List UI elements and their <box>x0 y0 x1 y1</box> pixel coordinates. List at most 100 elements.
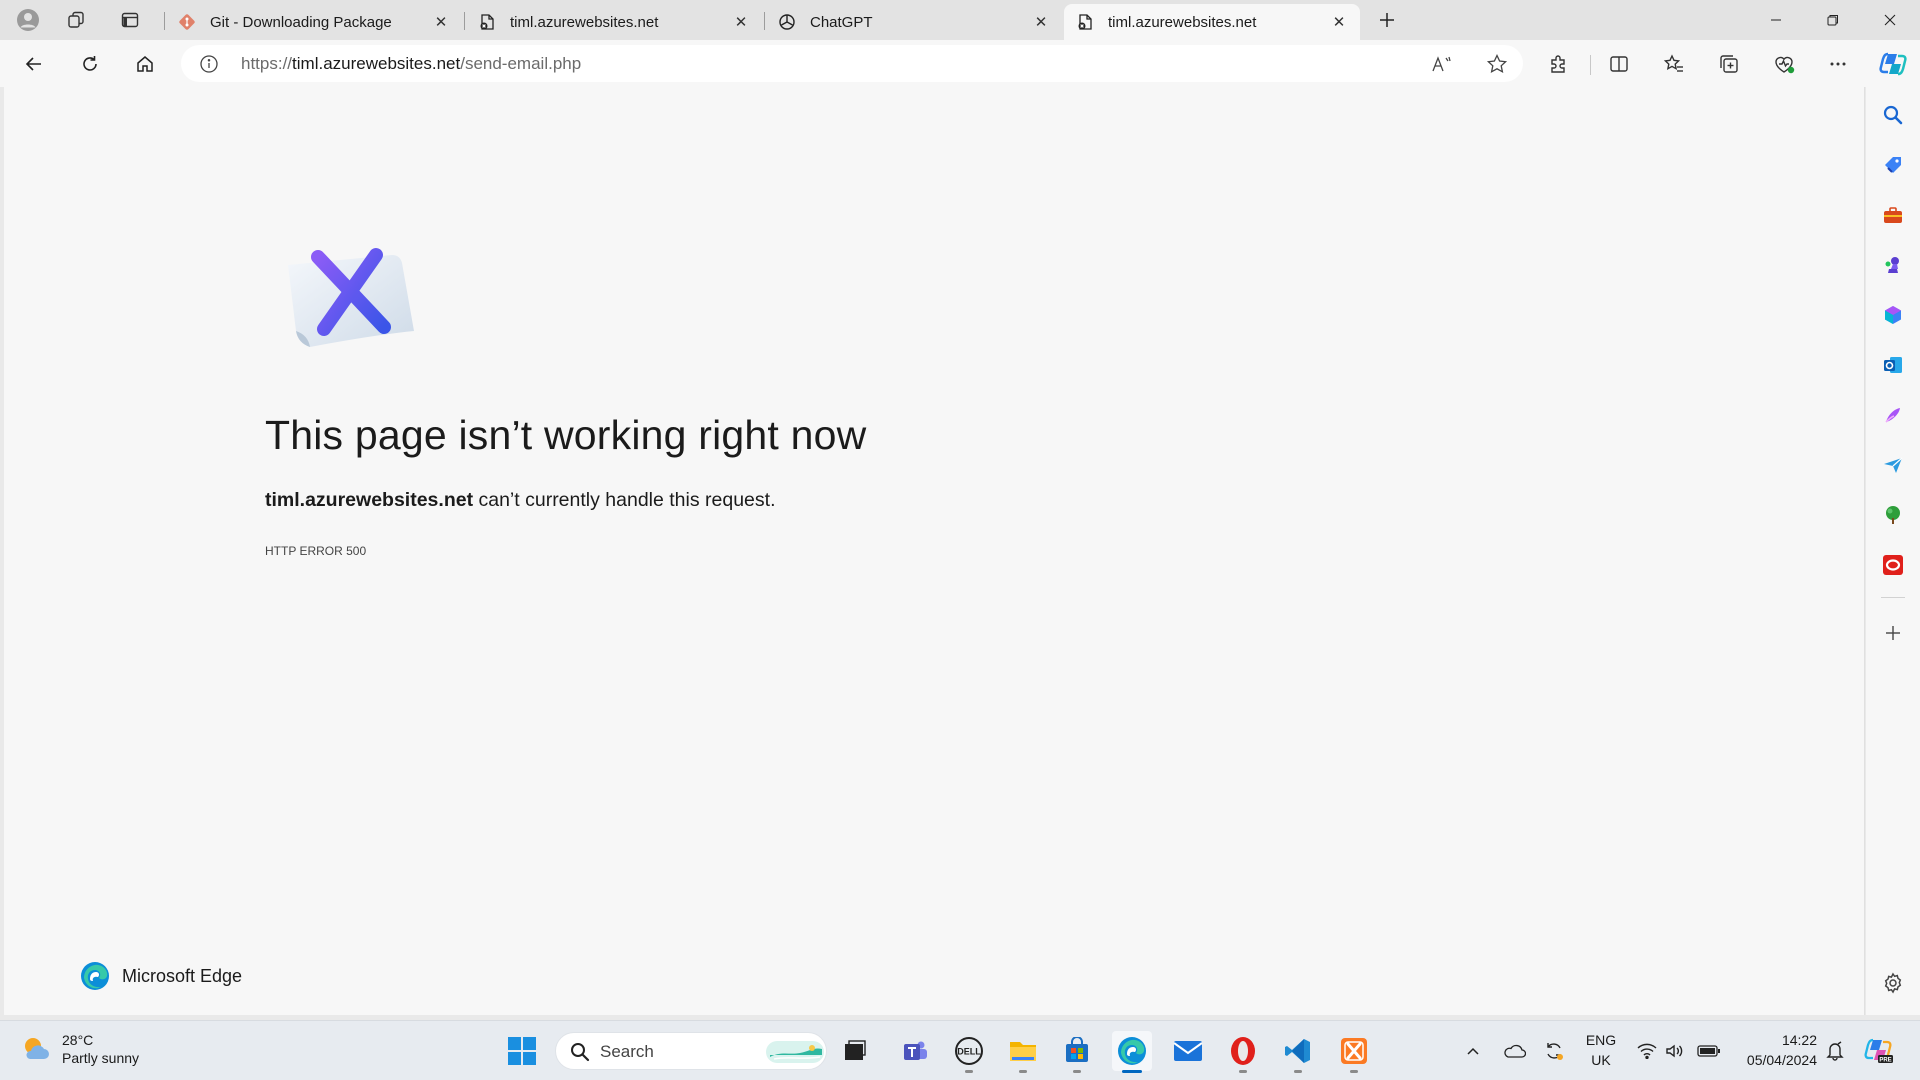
url-text[interactable]: https://timl.azurewebsites.net/send-emai… <box>241 54 581 74</box>
favorites-icon[interactable] <box>1656 46 1692 82</box>
error-page: This page isn’t working right now timl.a… <box>4 87 1865 1015</box>
sidebar-opera-icon[interactable] <box>1879 551 1907 579</box>
extensions-icon[interactable] <box>1540 46 1576 82</box>
running-indicator <box>1350 1070 1358 1073</box>
wifi-icon[interactable] <box>1634 1031 1660 1071</box>
refresh-button[interactable] <box>72 46 108 82</box>
error-title: This page isn’t working right now <box>265 412 867 458</box>
copilot-preview-icon[interactable]: PRE <box>1862 1031 1896 1071</box>
error-host: timl.azurewebsites.net <box>265 489 474 511</box>
volume-icon[interactable] <box>1662 1031 1688 1071</box>
weather-widget[interactable]: 28°C Partly sunny <box>20 1031 139 1067</box>
language-indicator[interactable]: ENG UK <box>1581 1030 1621 1070</box>
error-description: timl.azurewebsites.net can’t currently h… <box>265 489 776 512</box>
edge-taskbar-icon[interactable] <box>1112 1031 1152 1073</box>
broken-page-icon <box>478 13 496 31</box>
profile-icon[interactable] <box>13 6 43 34</box>
taskbar-search[interactable]: Search <box>555 1032 827 1070</box>
browser-toolbar: https://timl.azurewebsites.net/send-emai… <box>0 40 1920 87</box>
collections-icon[interactable] <box>1711 46 1747 82</box>
ms-store-icon[interactable] <box>1057 1031 1097 1073</box>
show-hidden-icons-chevron-icon[interactable] <box>1460 1031 1486 1071</box>
home-button[interactable] <box>127 46 163 82</box>
favorite-star-icon[interactable] <box>1484 51 1510 77</box>
sidebar-tools-icon[interactable] <box>1879 201 1907 229</box>
url-host: timl.azurewebsites.net <box>292 54 461 73</box>
sidebar-search-icon[interactable] <box>1879 101 1907 129</box>
file-explorer-icon[interactable] <box>1003 1031 1043 1073</box>
opera-icon[interactable] <box>1223 1031 1263 1073</box>
back-button[interactable] <box>16 46 52 82</box>
sync-icon[interactable] <box>1540 1031 1568 1071</box>
task-view-icon[interactable] <box>835 1031 875 1071</box>
onedrive-icon[interactable] <box>1500 1031 1528 1071</box>
sidebar-designer-icon[interactable] <box>1879 401 1907 429</box>
workspaces-icon[interactable] <box>62 6 92 34</box>
vertical-tabs-icon[interactable] <box>115 6 145 34</box>
search-highlight-icon <box>766 1041 824 1063</box>
tab-timl-active[interactable]: timl.azurewebsites.net ✕ <box>1064 4 1360 40</box>
close-tab-icon[interactable]: ✕ <box>732 13 750 31</box>
tab-chatgpt[interactable]: ChatGPT ✕ <box>766 4 1062 40</box>
browser-essentials-icon[interactable] <box>1766 46 1802 82</box>
clock-date: 05/04/2024 <box>1746 1052 1817 1068</box>
running-indicator <box>1294 1070 1302 1073</box>
battery-icon[interactable] <box>1694 1031 1724 1071</box>
sidebar-outlook-icon[interactable] <box>1879 351 1907 379</box>
weather-desc: Partly sunny <box>62 1050 140 1066</box>
new-tab-button[interactable] <box>1372 6 1402 34</box>
edge-sidebar <box>1866 87 1920 1015</box>
close-tab-icon[interactable]: ✕ <box>1330 13 1348 31</box>
running-indicator <box>965 1070 973 1073</box>
url-scheme: https:// <box>241 54 293 73</box>
teams-icon[interactable] <box>895 1031 935 1071</box>
close-window-button[interactable] <box>1862 0 1918 40</box>
notifications-bell-icon[interactable] <box>1822 1031 1848 1071</box>
running-indicator <box>1239 1070 1247 1073</box>
weather-text: 28°C Partly sunny <box>62 1031 139 1067</box>
tab-title: timl.azurewebsites.net <box>510 13 659 31</box>
partly-sunny-icon <box>25 1038 49 1059</box>
running-indicator <box>1073 1070 1081 1073</box>
sidebar-drop-icon[interactable] <box>1879 451 1907 479</box>
start-button[interactable] <box>502 1031 542 1071</box>
sidebar-divider <box>1881 597 1905 598</box>
split-screen-icon[interactable] <box>1601 46 1637 82</box>
system-clock[interactable]: 14:22 05/04/2024 <box>1735 1030 1817 1070</box>
svg-text:DELL: DELL <box>957 1047 981 1057</box>
sidebar-games-icon[interactable] <box>1879 251 1907 279</box>
search-icon <box>571 1043 590 1062</box>
search-label: Search <box>600 1042 654 1061</box>
edge-brand: Microsoft Edge <box>80 961 242 991</box>
windows-logo-icon <box>508 1037 536 1065</box>
restore-button[interactable] <box>1805 0 1861 40</box>
svg-text:PRE: PRE <box>1879 1058 1891 1064</box>
close-tab-icon[interactable]: ✕ <box>432 13 450 31</box>
address-bar[interactable]: https://timl.azurewebsites.net/send-emai… <box>181 45 1523 82</box>
tab-separator <box>164 12 165 30</box>
more-menu-icon[interactable] <box>1820 46 1856 82</box>
copilot-icon[interactable] <box>1875 46 1911 82</box>
sidebar-add-icon[interactable] <box>1879 619 1907 647</box>
sidebar-shopping-icon[interactable] <box>1879 151 1907 179</box>
sidebar-m365-icon[interactable] <box>1879 301 1907 329</box>
read-aloud-icon[interactable] <box>1429 51 1455 77</box>
url-path: /send-email.php <box>460 54 582 73</box>
close-tab-icon[interactable]: ✕ <box>1032 13 1050 31</box>
vscode-icon[interactable] <box>1278 1031 1318 1073</box>
sidebar-settings-icon[interactable] <box>1879 969 1907 997</box>
mail-icon[interactable] <box>1168 1031 1208 1071</box>
sidebar-tree-icon[interactable] <box>1879 501 1907 529</box>
active-indicator <box>1122 1070 1142 1073</box>
brand-label: Microsoft Edge <box>122 965 243 986</box>
site-info-icon[interactable] <box>199 54 219 74</box>
edge-logo-icon <box>81 962 109 990</box>
minimize-button[interactable] <box>1748 0 1804 40</box>
tab-timl-1[interactable]: timl.azurewebsites.net ✕ <box>466 4 762 40</box>
lang-region: UK <box>1591 1052 1611 1068</box>
weather-temp: 28°C <box>62 1032 94 1048</box>
lang-code: ENG <box>1585 1032 1617 1048</box>
dell-icon[interactable]: DELL <box>949 1031 989 1073</box>
tab-git-downloading[interactable]: Git - Downloading Package ✕ <box>166 4 462 40</box>
xampp-icon[interactable] <box>1334 1031 1374 1073</box>
